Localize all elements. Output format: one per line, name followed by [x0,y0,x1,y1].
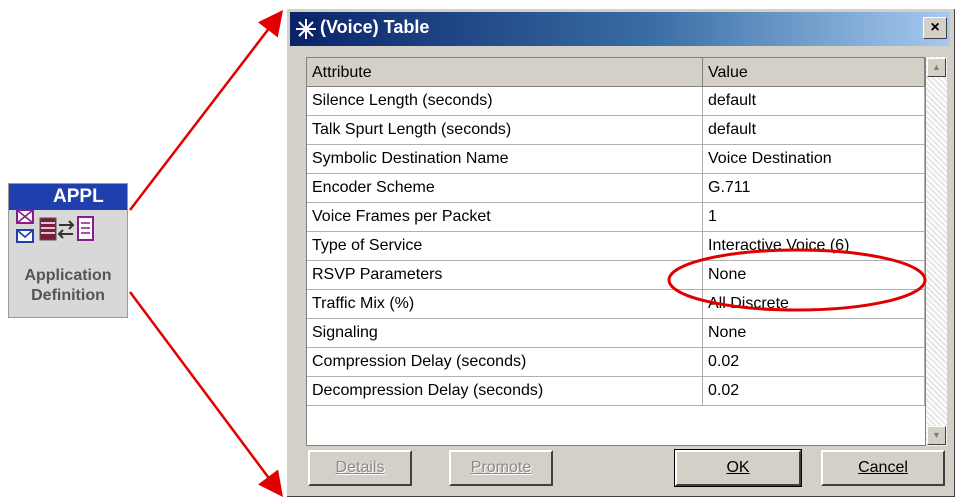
value-cell[interactable]: Interactive Voice (6) [703,232,925,261]
promote-button-label: Promote [470,459,532,476]
table-row[interactable]: Silence Length (seconds) default [307,87,925,116]
value-cell[interactable]: None [703,261,925,290]
attribute-cell[interactable]: Symbolic Destination Name [307,145,703,174]
details-button[interactable]: Details [308,450,412,486]
node-label-line1: Application [24,267,112,284]
table-row[interactable]: RSVP Parameters None [307,261,925,290]
cancel-button-label: Cancel [858,459,908,476]
value-cell[interactable]: None [703,319,925,348]
table-row[interactable]: Decompression Delay (seconds) 0.02 [307,377,925,406]
node-header: APPL [9,184,127,210]
table-row[interactable]: Traffic Mix (%) All Discrete [307,290,925,319]
node-glyphs [16,209,94,243]
arrow-to-dialog-top [129,10,284,211]
vertical-scrollbar[interactable]: ▲ ▼ [926,57,947,446]
value-cell[interactable]: G.711 [703,174,925,203]
attribute-cell[interactable]: Voice Frames per Packet [307,203,703,232]
attribute-cell[interactable]: Talk Spurt Length (seconds) [307,116,703,145]
envelope-icon [16,209,34,243]
document-icon [77,216,94,241]
attribute-cell[interactable]: RSVP Parameters [307,261,703,290]
close-button[interactable]: × [923,17,947,39]
node-label-line2: Definition [31,287,105,304]
transfer-icon [57,220,75,239]
column-header-value[interactable]: Value [703,58,925,87]
scroll-down-button[interactable]: ▼ [927,426,946,445]
value-cell[interactable]: default [703,87,925,116]
ok-button[interactable]: OK [674,449,802,487]
sparkle-icon [294,17,318,41]
attribute-cell[interactable]: Compression Delay (seconds) [307,348,703,377]
database-icon [39,217,57,241]
attribute-table: Attribute Value Silence Length (seconds)… [306,57,926,446]
value-cell[interactable]: All Discrete [703,290,925,319]
promote-button[interactable]: Promote [449,450,553,486]
table-row[interactable]: Talk Spurt Length (seconds) default [307,116,925,145]
cancel-button[interactable]: Cancel [821,450,945,486]
value-cell[interactable]: Voice Destination [703,145,925,174]
table-row[interactable]: Type of Service Interactive Voice (6) [307,232,925,261]
table-row[interactable]: Compression Delay (seconds) 0.02 [307,348,925,377]
table-row[interactable]: Voice Frames per Packet 1 [307,203,925,232]
scroll-up-button[interactable]: ▲ [927,58,946,77]
dialog-titlebar[interactable]: (Voice) Table × [290,12,950,46]
attribute-cell[interactable]: Signaling [307,319,703,348]
value-cell[interactable]: 0.02 [703,377,925,406]
column-header-attribute[interactable]: Attribute [307,58,703,87]
value-cell[interactable]: 0.02 [703,348,925,377]
table-row[interactable]: Symbolic Destination Name Voice Destinati… [307,145,925,174]
value-cell[interactable]: 1 [703,203,925,232]
application-definition-node[interactable]: APPL Application Definition [8,183,128,318]
node-label: Application Definition [9,266,127,306]
arrow-to-dialog-bottom [128,291,283,498]
attribute-cell[interactable]: Encoder Scheme [307,174,703,203]
attribute-cell[interactable]: Decompression Delay (seconds) [307,377,703,406]
table-row[interactable]: Encoder Scheme G.711 [307,174,925,203]
dialog-title: (Voice) Table [320,17,430,37]
ok-button-label: OK [726,459,750,476]
table-header: Attribute Value [307,58,925,87]
table-row[interactable]: Signaling None [307,319,925,348]
attribute-cell[interactable]: Traffic Mix (%) [307,290,703,319]
voice-table-dialog: (Voice) Table × Attribute Value Silence … [287,9,955,497]
value-cell[interactable]: default [703,116,925,145]
attribute-cell[interactable]: Type of Service [307,232,703,261]
close-icon: × [930,19,940,36]
node-code: APPL [53,186,104,207]
attribute-cell[interactable]: Silence Length (seconds) [307,87,703,116]
details-button-label: Details [335,459,385,476]
